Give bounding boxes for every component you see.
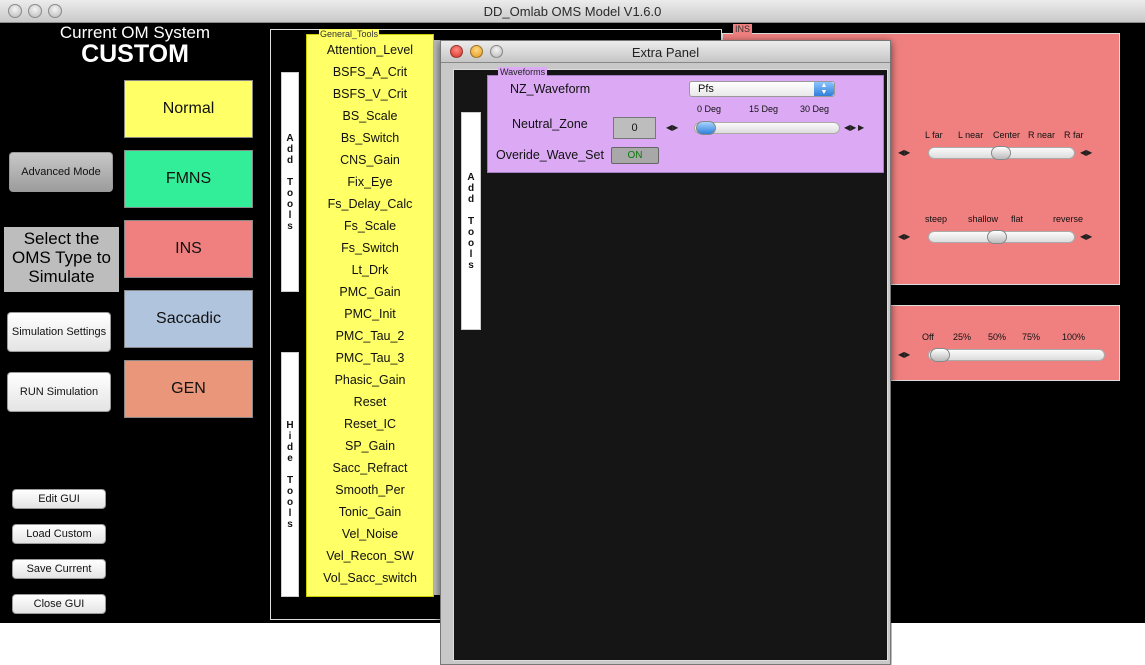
tick-label: 50%: [988, 332, 1007, 342]
tool-item[interactable]: BSFS_V_Crit: [307, 87, 433, 101]
override-wave-set-label: Overide_Wave_Set: [496, 148, 604, 162]
tick-label: 15 Deg: [749, 104, 779, 114]
tick-label: 100%: [1062, 332, 1086, 342]
tick-label: R near: [1028, 130, 1056, 140]
bottom-margin: [892, 623, 1145, 665]
slider-left-arrow-icon[interactable]: ◀▶: [666, 123, 678, 132]
tick-label: L near: [958, 130, 984, 140]
tool-item[interactable]: PMC_Tau_3: [307, 351, 433, 365]
close-gui-button[interactable]: Close GUI: [12, 594, 106, 614]
extra-add-tools-tab[interactable]: Add Tools: [461, 112, 481, 330]
neutral-zone-label: Neutral_Zone: [512, 117, 588, 131]
tick-label: L far: [925, 130, 943, 140]
load-custom-button[interactable]: Load Custom: [12, 524, 106, 544]
nz-waveform-value: Pfs: [698, 83, 714, 95]
extra-panel-title-bar: Extra Panel: [441, 41, 890, 63]
edit-gui-button[interactable]: Edit GUI: [12, 489, 106, 509]
tool-item[interactable]: Smooth_Per: [307, 483, 433, 497]
slider-left-arrow-icon[interactable]: ◀▶: [898, 148, 910, 157]
tool-item[interactable]: BS_Scale: [307, 109, 433, 123]
neutral-zone-slider[interactable]: [694, 121, 840, 135]
slider-right-arrow-icon[interactable]: ◀▶: [1080, 148, 1092, 157]
tool-item[interactable]: Reset: [307, 395, 433, 409]
tool-item[interactable]: Sacc_Refract: [307, 461, 433, 475]
nz-waveform-select[interactable]: Pfs ▲ ▼: [689, 81, 835, 97]
tool-item[interactable]: PMC_Tau_2: [307, 329, 433, 343]
tool-item[interactable]: PMC_Init: [307, 307, 433, 321]
select-oms-label: Select the OMS Type to Simulate: [4, 227, 119, 292]
tool-item[interactable]: Bs_Switch: [307, 131, 433, 145]
hide-tools-tab[interactable]: Hide Tools: [281, 352, 299, 597]
general-tools-tag: General_Tools: [319, 29, 380, 39]
saccadic-type-button[interactable]: Saccadic: [124, 290, 253, 348]
gen-type-button[interactable]: GEN: [124, 360, 253, 418]
normal-type-button[interactable]: Normal: [124, 80, 253, 138]
slider-left-arrow-icon[interactable]: ◀▶: [898, 350, 910, 359]
tick-label: R far: [1064, 130, 1084, 140]
override-wave-set-toggle[interactable]: ON: [611, 147, 659, 164]
chevron-updown-icon: ▲ ▼: [814, 82, 834, 96]
slider-left-arrow-icon[interactable]: ◀▶: [898, 232, 910, 241]
neutral-zone-value[interactable]: 0: [613, 117, 656, 139]
slider-knob[interactable]: [930, 348, 950, 362]
tool-item[interactable]: Fix_Eye: [307, 175, 433, 189]
fmns-type-button[interactable]: FMNS: [124, 150, 253, 208]
tool-item[interactable]: Attention_Level: [307, 43, 433, 57]
app-window: DD_Omlab OMS Model V1.6.0 Current OM Sys…: [0, 0, 1145, 665]
tick-label: Off: [922, 332, 934, 342]
tool-item[interactable]: Reset_IC: [307, 417, 433, 431]
tick-label: reverse: [1053, 214, 1084, 224]
tool-item[interactable]: Phasic_Gain: [307, 373, 433, 387]
tool-item[interactable]: PMC_Gain: [307, 285, 433, 299]
bottom-margin: [0, 623, 440, 665]
tool-item[interactable]: Lt_Drk: [307, 263, 433, 277]
slider-knob[interactable]: [991, 146, 1011, 160]
save-current-button[interactable]: Save Current: [12, 559, 106, 579]
tick-label: 25%: [953, 332, 972, 342]
tool-item[interactable]: Tonic_Gain: [307, 505, 433, 519]
extra-panel-title: Extra Panel: [631, 45, 700, 60]
run-simulation-button[interactable]: RUN Simulation: [7, 372, 111, 412]
simulation-settings-button[interactable]: Simulation Settings: [7, 312, 111, 352]
ins-type-button[interactable]: INS: [124, 220, 253, 278]
window-title: DD_Omlab OMS Model V1.6.0: [483, 4, 662, 19]
tool-item[interactable]: Fs_Switch: [307, 241, 433, 255]
tool-item[interactable]: Fs_Scale: [307, 219, 433, 233]
tool-item[interactable]: Fs_Delay_Calc: [307, 197, 433, 211]
tick-label: 30 Deg: [800, 104, 830, 114]
tick-label: 0 Deg: [697, 104, 722, 114]
tool-item[interactable]: Vel_Recon_SW: [307, 549, 433, 563]
ins-amplitude-slider[interactable]: [928, 348, 1105, 362]
ins-panel-tag: INS: [733, 24, 753, 34]
slider-right-arrow-icon[interactable]: ◀▶: [844, 123, 856, 132]
tool-item[interactable]: Vel_Noise: [307, 527, 433, 541]
slider-right-arrow-icon[interactable]: ◀▶: [1080, 232, 1092, 241]
slider-end-arrow-icon[interactable]: ▶: [858, 123, 864, 132]
add-tools-tab[interactable]: Add Tools: [281, 72, 299, 292]
tool-item[interactable]: Vol_Sacc_switch: [307, 571, 433, 585]
slider-knob[interactable]: [696, 121, 716, 135]
ins-position-slider[interactable]: [928, 146, 1075, 160]
slider-knob[interactable]: [987, 230, 1007, 244]
tick-label: 75%: [1022, 332, 1041, 342]
waveforms-tag: Waveforms: [498, 67, 548, 77]
current-om-value: CUSTOM: [81, 40, 189, 68]
tool-item[interactable]: SP_Gain: [307, 439, 433, 453]
tick-label: shallow: [968, 214, 999, 224]
tick-label: Center: [993, 130, 1021, 140]
advanced-mode-button[interactable]: Advanced Mode: [9, 152, 113, 192]
tool-item[interactable]: BSFS_A_Crit: [307, 65, 433, 79]
tool-item[interactable]: CNS_Gain: [307, 153, 433, 167]
ins-slope-slider[interactable]: [928, 230, 1075, 244]
nz-waveform-label: NZ_Waveform: [510, 82, 591, 96]
general-tools-list: General_Tools Attention_Level BSFS_A_Cri…: [306, 29, 434, 597]
title-bar: DD_Omlab OMS Model V1.6.0: [0, 0, 1145, 23]
tick-label: flat: [1011, 214, 1024, 224]
tick-label: steep: [925, 214, 948, 224]
